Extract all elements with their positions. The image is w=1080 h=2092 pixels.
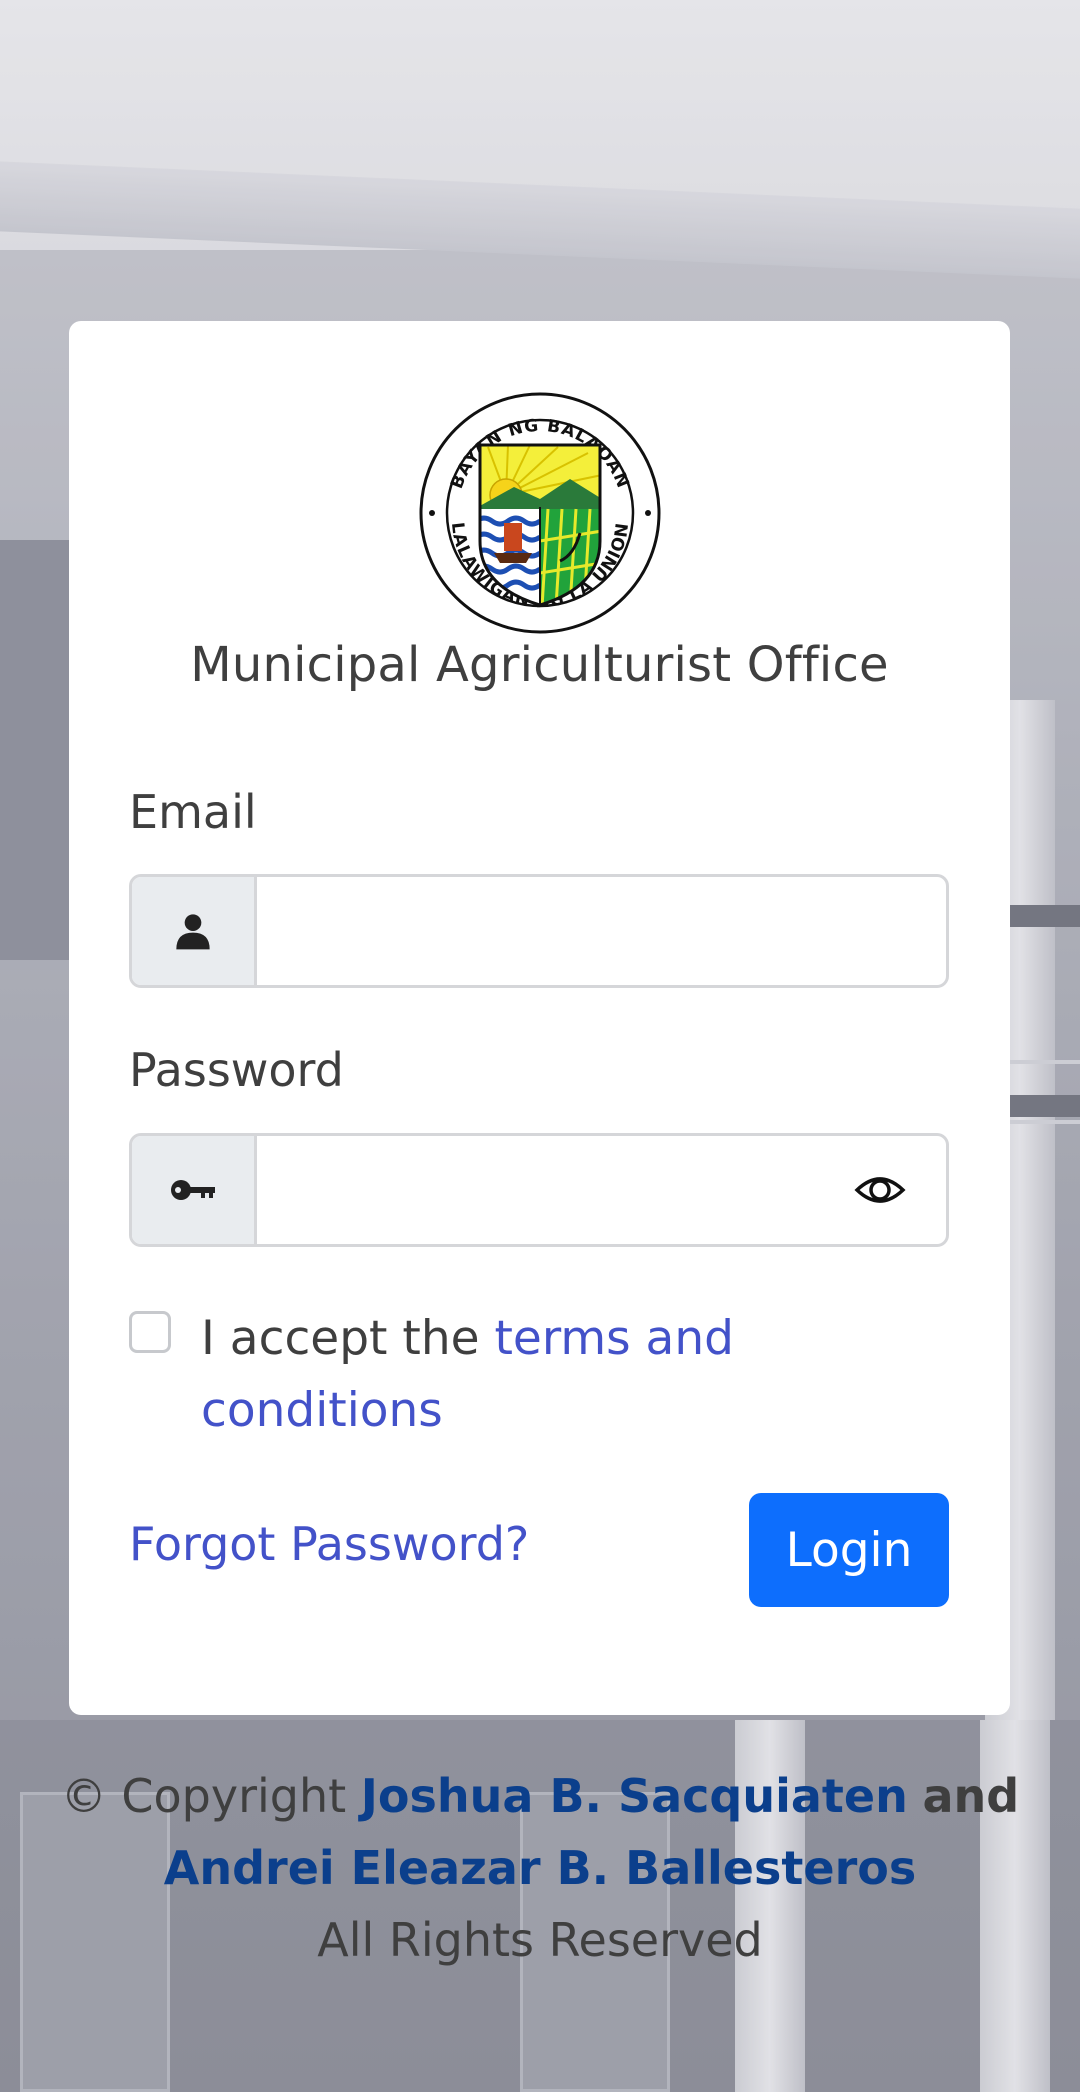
user-icon	[132, 877, 257, 985]
password-label: Password	[129, 1043, 344, 1097]
login-button[interactable]: Login	[749, 1493, 949, 1607]
terms-prefix: I accept the	[201, 1311, 480, 1366]
author-name: Joshua B. Sacquiaten	[360, 1769, 908, 1823]
email-input-group	[129, 874, 949, 988]
email-field[interactable]	[257, 877, 946, 985]
email-label: Email	[129, 785, 257, 839]
password-input-group	[129, 1133, 949, 1247]
forgot-password-link[interactable]: Forgot Password?	[129, 1517, 529, 1571]
terms-label: I accept the terms and conditions	[201, 1303, 761, 1447]
author-name: Andrei Eleazar B. Ballesteros	[163, 1841, 917, 1895]
copyright-prefix: © Copyright	[60, 1769, 347, 1823]
login-card: BAYAN NG BALAOAN LALAWIGAN NG LA UNION	[69, 321, 1010, 1715]
page-title: Municipal Agriculturist Office	[190, 637, 889, 693]
rights-text: All Rights Reserved	[317, 1913, 763, 1967]
key-icon	[132, 1136, 257, 1244]
eye-icon[interactable]	[854, 1164, 906, 1216]
password-field[interactable]	[257, 1136, 847, 1244]
terms-checkbox[interactable]	[129, 1311, 171, 1353]
footer: © Copyright Joshua B. Sacquiaten and And…	[0, 1760, 1080, 1976]
seal-icon: BAYAN NG BALAOAN LALAWIGAN NG LA UNION	[419, 392, 661, 634]
author-conjunction: and	[922, 1769, 1020, 1823]
